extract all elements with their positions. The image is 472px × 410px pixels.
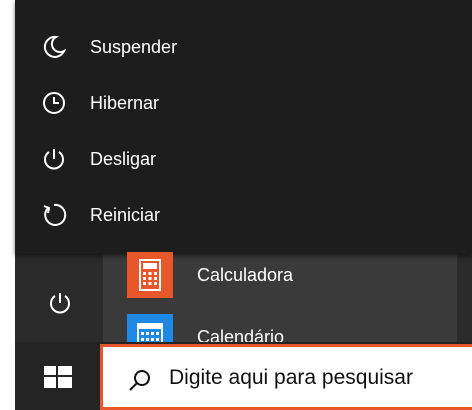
shutdown-option[interactable]: Desligar [15,134,315,184]
power-icon [50,293,70,314]
desktop-edge [0,342,15,410]
hibernate-option[interactable]: Hibernar [15,78,315,128]
windows-logo-icon [44,366,72,388]
restart-icon [41,202,67,228]
calculator-icon [127,252,173,298]
start-button[interactable] [15,342,103,410]
search-placeholder: Digite aqui para pesquisar [169,366,413,389]
restart-label: Reiniciar [90,205,161,225]
power-icon [41,146,67,172]
sleep-label: Suspender [90,37,178,57]
screen: Suspender Hibernar Desligar Reiniciar Ca… [0,0,472,410]
sleep-option[interactable]: Suspender [15,22,315,72]
rail-power-button[interactable] [15,278,103,330]
restart-option[interactable]: Reiniciar [15,190,315,240]
shutdown-label: Desligar [90,149,157,169]
moon-icon [41,34,67,60]
app-label-calculator: Calculadora [197,265,294,285]
search-icon [129,370,150,391]
app-item-calculator[interactable]: Calculadora [103,250,457,302]
taskbar-search-box[interactable]: Digite aqui para pesquisar [100,344,472,410]
hibernate-label: Hibernar [90,93,160,113]
power-options-menu: Suspender Hibernar Desligar Reiniciar [15,0,472,254]
clock-icon [41,90,67,116]
